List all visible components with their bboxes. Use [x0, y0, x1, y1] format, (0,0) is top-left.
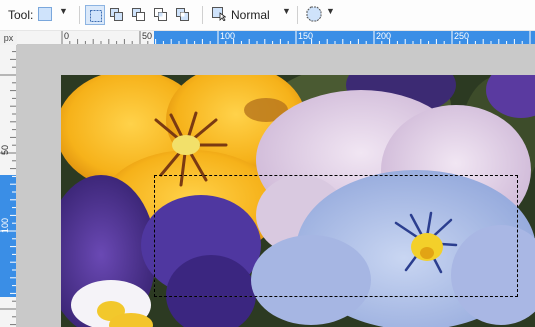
separator [79, 6, 80, 24]
exclude-mode-button[interactable] [129, 5, 149, 25]
vertical-ruler: 50 100 [0, 45, 17, 327]
tool-label: Tool: [8, 8, 34, 22]
toolbar: Tool: ▼ Normal ▼ ▼ [0, 0, 535, 31]
tool-dropdown-arrow[interactable]: ▼ [59, 6, 68, 16]
ruler-unit-label[interactable]: px [0, 31, 17, 45]
union-mode-icon [110, 8, 123, 21]
ruler-label: 50 [142, 31, 152, 41]
union-mode-button[interactable] [107, 5, 127, 25]
ruler-label: 0 [64, 31, 69, 41]
separator [297, 6, 298, 24]
ellipse-shape-icon[interactable] [306, 6, 322, 22]
horizontal-ruler: 0 50 100 150 200 250 [17, 31, 535, 45]
invert-mode-icon [176, 8, 189, 21]
ruler-label: 100 [0, 218, 10, 233]
replace-mode-button[interactable] [85, 5, 105, 25]
replace-mode-icon [90, 10, 102, 22]
ruler-label: 250 [454, 31, 469, 41]
rectangle-selection-marquee[interactable] [154, 175, 518, 297]
ruler-label: 150 [298, 31, 313, 41]
intersect-mode-button[interactable] [151, 5, 171, 25]
invert-mode-button[interactable] [173, 5, 193, 25]
ruler-label: 50 [0, 145, 10, 155]
rectangle-select-icon[interactable] [38, 7, 52, 21]
blend-mode-label[interactable]: Normal [231, 8, 270, 22]
horizontal-ruler-scale: 0 50 100 150 200 250 [61, 31, 535, 44]
ruler-label: 200 [376, 31, 391, 41]
ruler-selection-highlight [154, 31, 535, 44]
ruler-label: 100 [220, 31, 235, 41]
vertical-ruler-scale: 50 100 [0, 51, 16, 326]
exclude-mode-icon [132, 8, 145, 21]
selection-blend-icon[interactable] [212, 7, 226, 21]
intersect-mode-icon [154, 8, 167, 21]
shape-dropdown-arrow[interactable]: ▼ [326, 6, 335, 16]
ruler-selection-highlight [0, 175, 16, 297]
separator [202, 6, 203, 24]
blend-mode-dropdown-arrow[interactable]: ▼ [282, 6, 291, 16]
